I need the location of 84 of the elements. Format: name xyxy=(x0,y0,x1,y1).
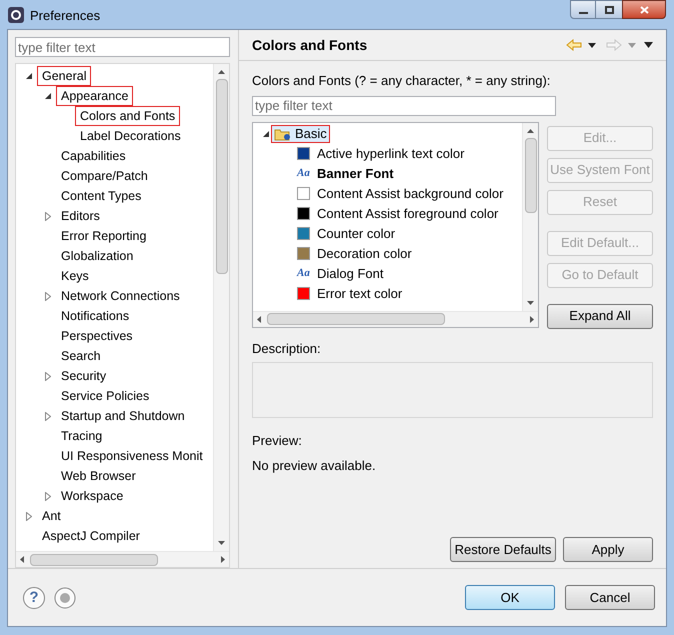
push-button[interactable]: Cancel xyxy=(565,585,655,610)
tree-item[interactable]: Counter color xyxy=(317,224,396,244)
preview-text: No preview available. xyxy=(252,456,377,475)
tree-item[interactable]: Ant xyxy=(37,506,66,526)
help-button[interactable]: ? xyxy=(23,586,45,608)
collapse-arrow-icon[interactable] xyxy=(26,73,32,79)
scroll-up-icon[interactable] xyxy=(218,70,225,74)
window-title: Preferences xyxy=(30,7,100,25)
dropdown-icon[interactable] xyxy=(588,42,596,48)
scroll-left-icon[interactable] xyxy=(20,556,24,563)
tree-item[interactable]: Globalization xyxy=(56,246,138,266)
tree-item[interactable]: Security xyxy=(56,366,112,386)
expand-arrow-icon[interactable] xyxy=(45,212,51,220)
menu-icon[interactable] xyxy=(644,42,653,48)
push-button[interactable]: OK xyxy=(465,585,555,610)
filter-label: Colors and Fonts (? = any character, * = any string): xyxy=(252,72,552,90)
push-button[interactable]: Restore Defaults xyxy=(450,537,556,562)
close-button[interactable] xyxy=(622,0,666,19)
font-icon: Aa xyxy=(297,265,310,282)
tree-item[interactable]: General xyxy=(37,66,92,86)
minimize-button[interactable] xyxy=(570,0,596,19)
vertical-scrollbar[interactable] xyxy=(213,64,229,551)
tree-item[interactable]: Basic xyxy=(271,124,330,142)
record-icon[interactable] xyxy=(54,586,76,608)
tree-item[interactable]: Content Assist foreground color xyxy=(317,204,498,224)
push-button[interactable]: Apply xyxy=(563,537,653,562)
tree-item[interactable]: Content Types xyxy=(56,186,146,206)
description-label: Description: xyxy=(252,340,322,358)
collapse-arrow-icon[interactable] xyxy=(263,130,269,136)
tree-item[interactable]: Workspace xyxy=(56,486,128,506)
tree-item[interactable]: Service Policies xyxy=(56,386,154,406)
tree-item[interactable]: Capabilities xyxy=(56,146,131,166)
scroll-right-icon[interactable] xyxy=(221,556,225,563)
preview-label: Preview: xyxy=(252,432,303,450)
push-button[interactable]: Expand All xyxy=(547,304,653,328)
tree-item[interactable]: Tracing xyxy=(56,426,108,446)
expand-arrow-icon[interactable] xyxy=(26,512,32,520)
tree-item[interactable]: Active hyperlink text color xyxy=(317,144,464,164)
collapse-arrow-icon[interactable] xyxy=(45,93,51,99)
tree-item[interactable]: AspectJ Compiler xyxy=(37,526,145,546)
scroll-thumb[interactable] xyxy=(267,313,445,325)
scroll-thumb[interactable] xyxy=(524,138,536,213)
tree-item[interactable]: Notifications xyxy=(56,306,134,326)
vertical-scrollbar[interactable] xyxy=(522,122,538,310)
tree-item[interactable]: Content Assist background color xyxy=(317,184,504,204)
tree-item[interactable]: Editors xyxy=(56,206,105,226)
tree-item[interactable]: Startup and Shutdown xyxy=(56,406,190,426)
scroll-thumb[interactable] xyxy=(30,554,158,566)
scroll-right-icon[interactable] xyxy=(530,316,534,322)
tree-item[interactable]: Web Browser xyxy=(56,466,141,486)
app-icon xyxy=(8,7,24,23)
tree-item[interactable]: Error text color xyxy=(317,284,402,304)
tree-item[interactable]: Search xyxy=(56,346,106,366)
scroll-thumb[interactable] xyxy=(216,79,228,274)
tree-item[interactable]: Error Reporting xyxy=(56,226,152,246)
tree-item[interactable]: Dialog Font xyxy=(317,264,384,284)
tree-item[interactable]: Banner Font xyxy=(317,164,394,184)
tree-item[interactable]: UI Responsiveness Monit xyxy=(56,446,208,466)
tree-item[interactable]: Compare/Patch xyxy=(56,166,153,186)
folder-icon xyxy=(274,126,292,140)
expand-arrow-icon[interactable] xyxy=(45,492,51,500)
tree-item[interactable]: Label Decorations xyxy=(75,126,186,146)
expand-arrow-icon[interactable] xyxy=(45,372,51,380)
tree-item[interactable]: Colors and Fonts xyxy=(75,106,180,126)
expand-arrow-icon[interactable] xyxy=(45,292,51,300)
filter-field[interactable]: type filter text xyxy=(252,96,556,116)
page-title: Colors and Fonts xyxy=(252,36,368,54)
back-arrow-icon[interactable] xyxy=(566,39,582,51)
tree-item[interactable]: Perspectives xyxy=(56,326,138,346)
horizontal-scrollbar[interactable] xyxy=(16,551,229,567)
horizontal-scrollbar[interactable] xyxy=(253,310,538,326)
scroll-down-icon[interactable] xyxy=(527,300,534,304)
close-icon[interactable] xyxy=(640,6,648,14)
expand-arrow-icon[interactable] xyxy=(45,412,51,420)
font-icon: Aa xyxy=(297,165,310,182)
scroll-down-icon[interactable] xyxy=(218,541,225,545)
tree-item[interactable]: Keys xyxy=(56,266,94,286)
scroll-left-icon[interactable] xyxy=(257,316,261,322)
tree-item[interactable]: Network Connections xyxy=(56,286,185,306)
filter-field[interactable]: type filter text xyxy=(15,37,230,57)
tree-item[interactable]: Decoration color xyxy=(317,244,412,264)
maximize-button[interactable] xyxy=(596,0,622,19)
scroll-up-icon[interactable] xyxy=(527,128,534,132)
tree-item[interactable]: Appearance xyxy=(56,86,134,106)
